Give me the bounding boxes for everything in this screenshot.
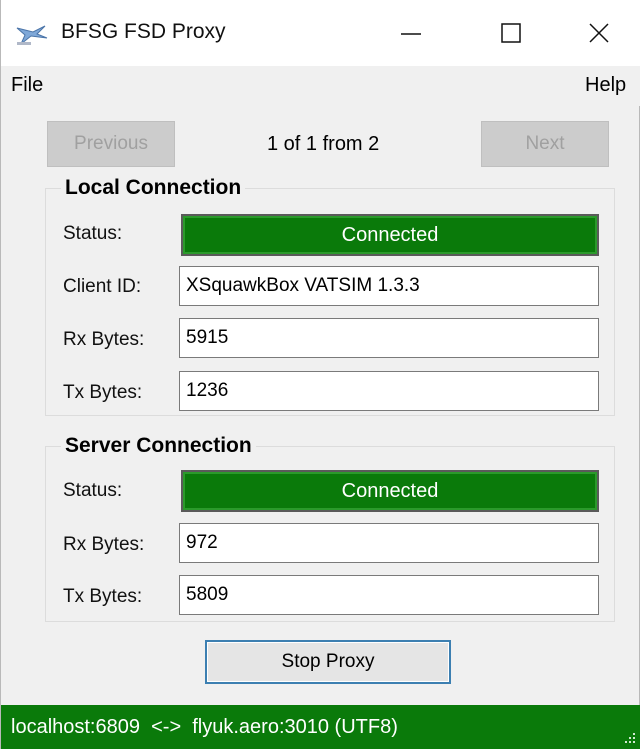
server-status-badge: Connected bbox=[181, 470, 599, 512]
menu-bar: File Help bbox=[1, 66, 640, 106]
server-tx-field[interactable]: 5809 bbox=[179, 575, 599, 615]
minimize-button[interactable] bbox=[379, 8, 443, 58]
server-status-label: Status: bbox=[63, 480, 123, 501]
stop-proxy-button[interactable]: Stop Proxy bbox=[205, 640, 451, 684]
app-window: BFSG FSD Proxy File Help Previous 1 of 1… bbox=[0, 0, 640, 749]
window-title: BFSG FSD Proxy bbox=[61, 20, 226, 43]
maximize-icon bbox=[501, 23, 521, 43]
status-bar: localhost:6809 <-> flyuk.aero:3010 (UTF8… bbox=[1, 705, 640, 749]
client-id-label: Client ID: bbox=[63, 276, 142, 297]
local-rx-field[interactable]: 5915 bbox=[179, 318, 599, 358]
minimize-icon bbox=[401, 33, 421, 35]
local-connection-title: Local Connection bbox=[61, 176, 246, 200]
resize-grip-icon[interactable] bbox=[623, 731, 637, 745]
local-status-badge: Connected bbox=[181, 214, 599, 256]
close-button[interactable] bbox=[567, 8, 631, 58]
title-bar[interactable]: BFSG FSD Proxy bbox=[1, 0, 640, 66]
previous-button[interactable]: Previous bbox=[47, 121, 175, 167]
app-icon bbox=[16, 25, 48, 45]
status-bar-text: localhost:6809 <-> flyuk.aero:3010 (UTF8… bbox=[11, 715, 398, 738]
local-tx-field[interactable]: 1236 bbox=[179, 371, 599, 411]
close-icon bbox=[589, 23, 609, 43]
maximize-button[interactable] bbox=[479, 8, 543, 58]
next-button[interactable]: Next bbox=[481, 121, 609, 167]
local-status-label: Status: bbox=[63, 223, 123, 244]
server-rx-label: Rx Bytes: bbox=[63, 534, 145, 555]
menu-help[interactable]: Help bbox=[585, 74, 626, 97]
client-id-field[interactable]: XSquawkBox VATSIM 1.3.3 bbox=[179, 266, 599, 306]
server-connection-title: Server Connection bbox=[61, 434, 256, 458]
server-rx-field[interactable]: 972 bbox=[179, 523, 599, 563]
menu-file[interactable]: File bbox=[11, 74, 43, 97]
server-tx-label: Tx Bytes: bbox=[63, 586, 143, 607]
local-tx-label: Tx Bytes: bbox=[63, 382, 143, 403]
pager-info: 1 of 1 from 2 bbox=[267, 133, 380, 155]
local-rx-label: Rx Bytes: bbox=[63, 329, 145, 350]
